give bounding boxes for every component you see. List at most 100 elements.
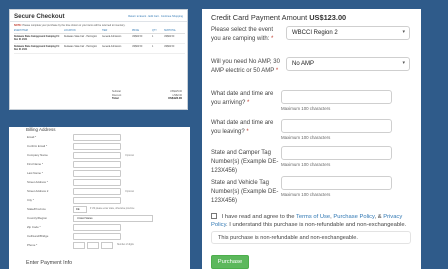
payment-amount-label: Credit Card Payment Amount (211, 13, 308, 22)
country-select[interactable]: United States (73, 215, 153, 222)
notice-label: NOTE: (14, 24, 22, 27)
cell-item: Delaware State Campground Camping Fri De… (14, 43, 64, 54)
phone-area-field[interactable] (73, 242, 85, 249)
optional-hint: Optional (125, 153, 134, 157)
totals-value: US$123.00 (168, 96, 182, 101)
zip-field[interactable] (73, 224, 121, 231)
leave-label: What date and time are you leaving? * (211, 119, 283, 137)
required-mark: * (275, 68, 279, 74)
form-row-country: Country/Region United States (27, 215, 187, 222)
optional-hint: Optional (125, 189, 134, 193)
arrive-max-hint: Maximum 100 characters (281, 106, 331, 111)
event-label: Please select the event you are camping … (211, 26, 283, 44)
street-field[interactable] (73, 179, 121, 186)
vehicle-tag-label: State and Vehicle Tag Number(s) (Example… (211, 180, 279, 204)
form-row-street: Street Address * (27, 179, 187, 186)
cell-price: US$62.50 (132, 33, 152, 44)
field-label: Cell/Land/Bridge (27, 234, 49, 238)
checkout-top-links[interactable]: Return to Event · Edit Cart · Continue S… (128, 15, 183, 18)
confirm-email-field[interactable] (73, 143, 121, 150)
cell-location: Delaware State Fair - Harrington (64, 33, 102, 44)
cell-qty[interactable]: 1 (152, 43, 164, 54)
cell-qty[interactable]: 1 (152, 33, 164, 44)
grand-total-row: Total US$123.00 (112, 97, 182, 101)
required-mark: * (271, 36, 274, 42)
vehicle-tag-max-hint: Maximum 100 characters (281, 192, 331, 197)
arrive-input[interactable] (281, 90, 392, 104)
checkout-title: Secure Checkout (14, 13, 65, 20)
first-name-field[interactable] (73, 161, 121, 168)
field-label: State/Province (27, 207, 46, 211)
phone-prefix-field[interactable] (87, 242, 99, 249)
billing-panel: Billing Address Email * Confirm Email * … (9, 127, 190, 269)
field-label: Phone * (27, 243, 38, 247)
amp-label: Will you need No AMP, 30 AMP electric or… (211, 58, 283, 76)
required-mark: * (246, 129, 249, 135)
form-row-confirm-email: Confirm Email * (27, 143, 187, 150)
form-row-last-name: Last Name * (27, 170, 187, 177)
cell-subtotal: US$62.50 (164, 33, 185, 44)
amp-select[interactable]: No AMP ▾ (286, 57, 410, 71)
field-label: Street Address * (27, 180, 48, 184)
form-row-city: City * (27, 197, 187, 204)
state-hint: If US please enter state, otherwise prov… (90, 207, 135, 210)
street2-field[interactable] (73, 188, 121, 195)
agree-prefix: I have read and agree to the (221, 214, 295, 220)
leave-input[interactable] (281, 119, 392, 133)
chevron-down-icon: ▾ (402, 29, 405, 35)
company-field[interactable] (73, 152, 121, 159)
event-select-value: WBCCI Region 2 (292, 30, 338, 36)
phone-type-field[interactable] (73, 233, 121, 240)
leave-label-text: What date and time are you leaving? (211, 120, 274, 135)
purchase-policy-link[interactable]: Purchase Policy (333, 214, 374, 220)
non-refundable-note: This purchase is non-refundable and non-… (211, 231, 411, 244)
purchase-button[interactable]: Purchase (211, 255, 249, 269)
email-field[interactable] (73, 134, 121, 141)
payment-amount-heading: Credit Card Payment Amount US$123.00 (211, 13, 346, 22)
form-row-first-name: First Name * (27, 161, 187, 168)
city-field[interactable] (73, 197, 121, 204)
payment-amount-value: US$123.00 (309, 13, 347, 22)
cell-subtotal: US$62.50 (164, 43, 185, 54)
field-label: Zip Code * (27, 225, 41, 229)
cell-location: Delaware State Fair - Harrington (64, 43, 102, 54)
field-label: Country/Region (27, 216, 48, 220)
totals-block: Subtotal US$125.00 Discount -US$2.00 Total… (112, 90, 182, 101)
billing-section-title: Billing Address (26, 127, 56, 132)
required-mark: * (247, 100, 250, 106)
checkout-panel: Secure Checkout Return to Event · Edit C… (9, 9, 188, 110)
form-row-phone: Phone * Number of digits (27, 242, 187, 249)
field-label: Company Name (27, 153, 48, 157)
cart-table: EVENT/ITEM LOCATION TIER PRICE QTY SUBTO… (14, 29, 185, 54)
cell-tier: General Admission (102, 43, 132, 54)
arrive-label: What date and time are you arriving? * (211, 90, 283, 108)
camper-tag-label: State and Camper Tag Number(s) (Example … (211, 150, 279, 174)
checkout-header: Secure Checkout Return to Event · Edit C… (10, 10, 187, 22)
field-label: Last Name * (27, 171, 43, 175)
state-select[interactable]: DE (73, 206, 87, 213)
amp-select-value: No AMP (292, 61, 315, 67)
form-row-zip: Zip Code * (27, 224, 187, 231)
checkout-notice: NOTE: Please complete your purchase by t… (10, 22, 187, 29)
terms-link[interactable]: Terms of Use (296, 214, 330, 220)
cell-tier: General Admission (102, 33, 132, 44)
vehicle-tag-input[interactable] (281, 176, 392, 190)
form-row-email: Email * (27, 134, 187, 141)
last-name-field[interactable] (73, 170, 121, 177)
agree-suffix: I understand this purchase is non-refund… (229, 222, 407, 229)
agree-statement: I have read and agree to the Terms of Us… (211, 213, 407, 229)
field-label: Email * (27, 135, 37, 139)
table-row: Delaware State Campground Camping Fri De… (14, 43, 185, 54)
field-label: Confirm Email * (27, 144, 48, 148)
totals-label: Total (112, 96, 119, 101)
field-label: City * (27, 198, 34, 202)
leave-max-hint: Maximum 100 characters (281, 135, 331, 140)
table-row: Delaware State Campground Camping Fri De… (14, 33, 185, 44)
arrive-label-text: What date and time are you arriving? (211, 91, 274, 106)
phone-line-field[interactable] (101, 242, 113, 249)
camper-tag-input[interactable] (281, 146, 392, 160)
amp-label-text: Will you need No AMP, 30 AMP electric or… (211, 59, 280, 74)
agree-checkbox[interactable] (211, 213, 217, 219)
field-label: First Name * (27, 162, 44, 166)
event-select[interactable]: WBCCI Region 2 ▾ (286, 26, 410, 40)
